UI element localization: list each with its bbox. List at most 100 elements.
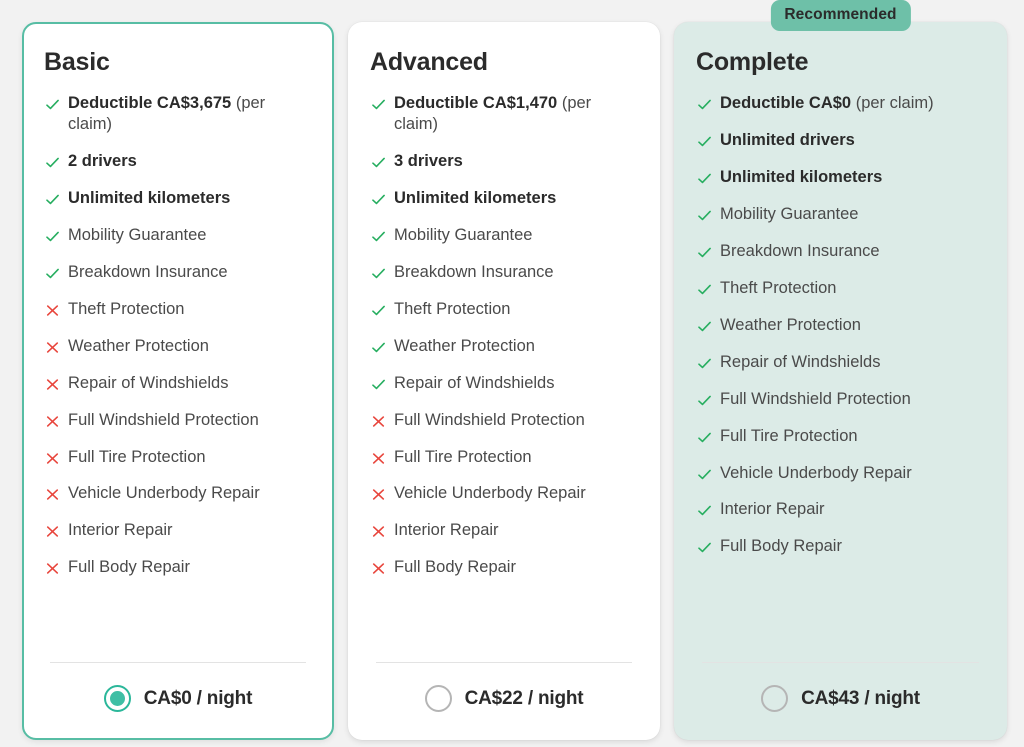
check-icon (370, 299, 394, 319)
feature-item: Repair of Windshields (370, 373, 638, 394)
feature-label-rest: Breakdown Insurance (394, 262, 554, 281)
feature-label-bold: Deductible CA$1,470 (394, 94, 558, 112)
plan-card-complete[interactable]: Recommended Complete Deductible CA$0 (per … (674, 0, 1007, 740)
feature-item: Mobility Guarantee (696, 204, 985, 225)
feature-label: Mobility Guarantee (720, 204, 985, 225)
plan-card-basic[interactable]: Basic Deductible CA$3,675 (per claim) 2 dr… (22, 22, 334, 740)
check-icon (370, 336, 394, 356)
plan-card-list: Basic Deductible CA$3,675 (per claim) 2 dr… (0, 0, 1024, 747)
check-icon (370, 93, 394, 113)
plan-price: CA$0 / night (143, 687, 253, 709)
radio-unselected-icon[interactable] (424, 685, 452, 712)
feature-label: Repair of Windshields (394, 373, 638, 394)
check-icon (696, 204, 720, 224)
feature-label-rest: Repair of Windshields (68, 373, 229, 392)
cross-icon (44, 483, 68, 503)
plan-card-advanced[interactable]: Advanced Deductible CA$1,470 (per claim) 3… (348, 22, 660, 740)
feature-label-rest: Vehicle Underbody Repair (68, 484, 260, 503)
feature-item: Weather Protection (370, 336, 638, 357)
price-row[interactable]: CA$22 / night (370, 663, 638, 726)
feature-label-rest: Weather Protection (720, 315, 861, 334)
check-icon (370, 188, 394, 208)
feature-label: Full Windshield Protection (68, 410, 312, 431)
feature-label: Weather Protection (720, 315, 985, 336)
feature-item: Repair of Windshields (44, 373, 312, 394)
feature-item: Theft Protection (44, 299, 312, 320)
feature-label: Full Windshield Protection (394, 410, 638, 431)
feature-list: Deductible CA$3,675 (per claim) 2 drivers… (44, 93, 312, 656)
feature-label: Full Body Repair (68, 557, 312, 578)
feature-label-rest: Full Tire Protection (394, 447, 532, 466)
check-icon (44, 225, 68, 245)
feature-label: Full Tire Protection (68, 447, 312, 468)
feature-label-rest: Repair of Windshields (394, 373, 555, 392)
check-icon (696, 241, 720, 261)
feature-label: Mobility Guarantee (394, 225, 638, 246)
feature-item: Weather Protection (44, 336, 312, 357)
feature-item: Full Windshield Protection (696, 389, 985, 410)
feature-label-rest: Breakdown Insurance (68, 262, 228, 281)
feature-item: Full Body Repair (44, 557, 312, 578)
feature-item: Vehicle Underbody Repair (370, 483, 638, 504)
feature-item: Breakdown Insurance (370, 262, 638, 283)
feature-item: Breakdown Insurance (44, 262, 312, 283)
check-icon (370, 225, 394, 245)
check-icon (696, 130, 720, 150)
feature-label-rest: Mobility Guarantee (394, 225, 533, 244)
check-icon (696, 278, 720, 298)
cross-icon (44, 447, 68, 467)
radio-unselected-icon[interactable] (761, 685, 789, 712)
feature-item: Unlimited kilometers (370, 188, 638, 209)
check-icon (696, 93, 720, 113)
price-row[interactable]: CA$0 / night (44, 663, 312, 726)
cross-icon (44, 410, 68, 430)
radio-selected-icon[interactable] (103, 685, 131, 712)
feature-label-rest: Full Windshield Protection (720, 389, 911, 408)
feature-label-bold: Unlimited kilometers (394, 188, 557, 207)
cross-icon (370, 447, 394, 467)
feature-label: Full Body Repair (394, 557, 638, 578)
feature-label: Theft Protection (68, 299, 312, 320)
feature-label: Mobility Guarantee (68, 225, 312, 246)
feature-label: Unlimited drivers (720, 130, 985, 151)
feature-label-rest: Interior Repair (720, 500, 825, 519)
feature-item: Mobility Guarantee (44, 225, 312, 246)
feature-item: Vehicle Underbody Repair (44, 483, 312, 504)
feature-label-rest: Full Body Repair (68, 558, 190, 577)
cross-icon (370, 557, 394, 577)
cross-icon (370, 410, 394, 430)
check-icon (696, 463, 720, 483)
feature-label-rest: Mobility Guarantee (68, 225, 207, 244)
cross-icon (370, 520, 394, 540)
feature-item: Interior Repair (370, 520, 638, 541)
feature-label-rest: Vehicle Underbody Repair (394, 484, 586, 503)
check-icon (44, 151, 68, 171)
feature-label-rest: Full Body Repair (720, 537, 842, 556)
feature-label: Deductible CA$0 (per claim) (720, 93, 985, 114)
feature-item: Mobility Guarantee (370, 225, 638, 246)
check-icon (370, 151, 394, 171)
check-icon (696, 536, 720, 556)
feature-label: Repair of Windshields (720, 352, 985, 373)
feature-label-rest: Theft Protection (68, 299, 185, 318)
feature-item: Repair of Windshields (696, 352, 985, 373)
check-icon (696, 426, 720, 446)
feature-label: Interior Repair (720, 499, 985, 520)
feature-label-bold: Deductible CA$0 (720, 94, 852, 112)
plan-title: Basic (44, 48, 110, 76)
feature-item: Unlimited kilometers (44, 188, 312, 209)
feature-label: Theft Protection (394, 299, 638, 320)
feature-label-rest: Theft Protection (394, 299, 511, 318)
check-icon (44, 262, 68, 282)
feature-label: Full Tire Protection (394, 447, 638, 468)
price-row[interactable]: CA$43 / night (696, 663, 985, 726)
feature-label-rest: Mobility Guarantee (720, 204, 859, 223)
feature-item: Vehicle Underbody Repair (696, 463, 985, 484)
check-icon (370, 373, 394, 393)
feature-item: Full Tire Protection (696, 426, 985, 447)
feature-label: Deductible CA$1,470 (per claim) (394, 93, 638, 135)
feature-item: Full Windshield Protection (370, 410, 638, 431)
feature-label: Breakdown Insurance (720, 241, 985, 262)
feature-label: Vehicle Underbody Repair (720, 463, 985, 484)
plan-title: Complete (696, 48, 809, 76)
